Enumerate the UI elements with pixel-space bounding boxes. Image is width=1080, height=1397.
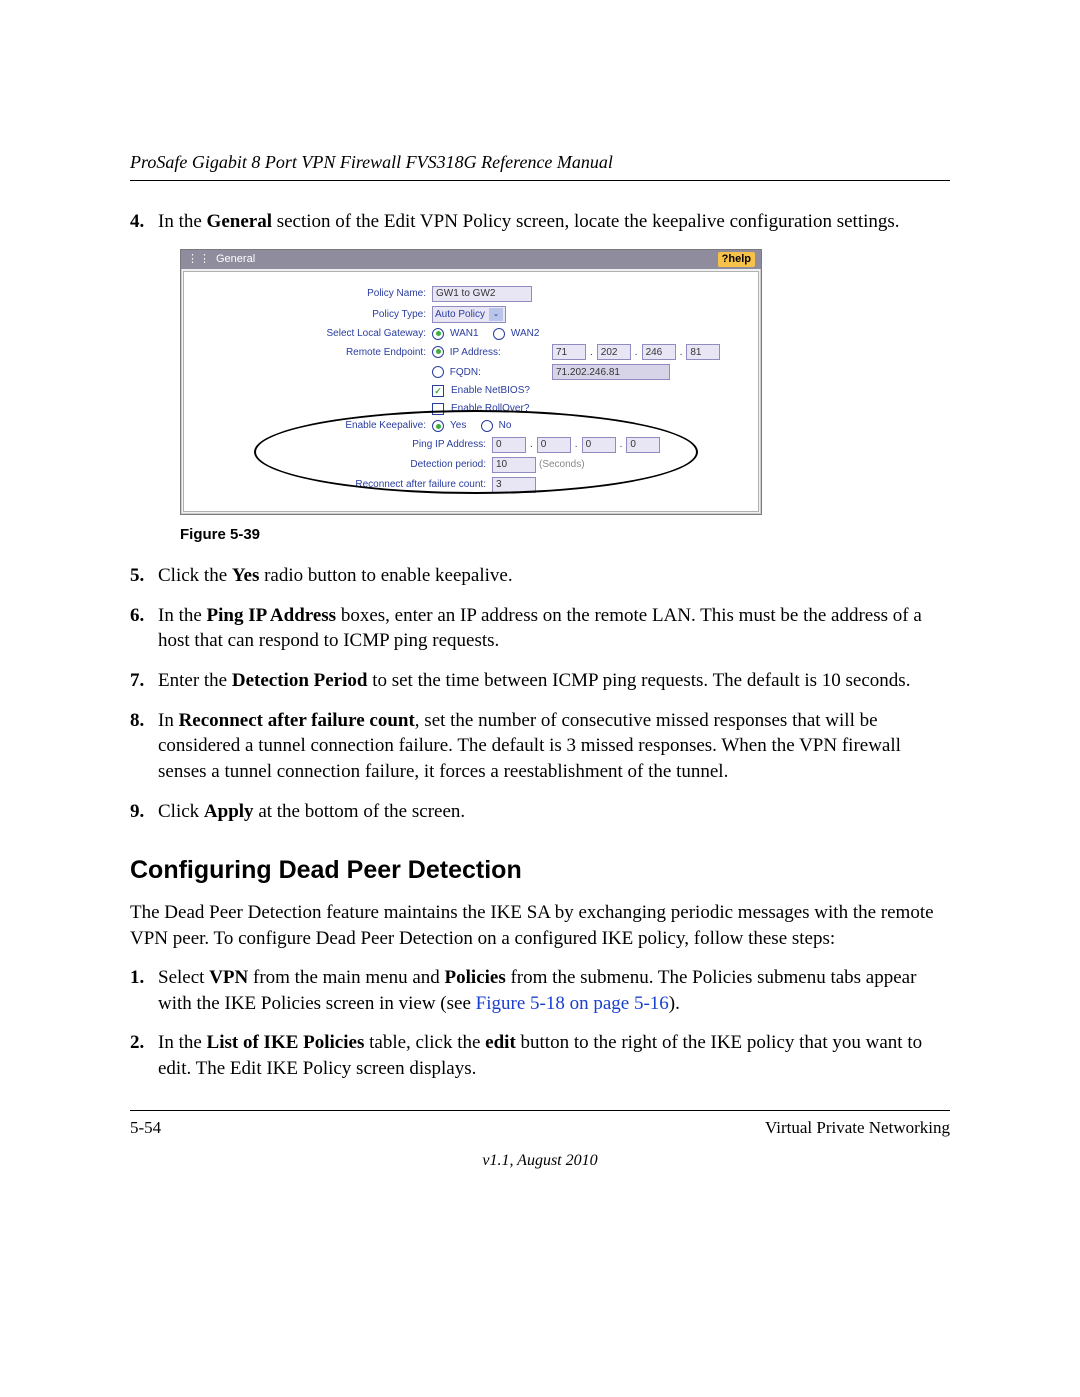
step-body: Click the Yes radio button to enable kee…	[158, 563, 950, 589]
step-item: 7.Enter the Detection Period to set the …	[130, 668, 950, 694]
step-number: 2.	[130, 1030, 158, 1081]
steps-list-c: 1.Select VPN from the main menu and Poli…	[130, 965, 950, 1082]
wan2-radio[interactable]	[493, 328, 505, 340]
page-number: 5-54	[130, 1117, 161, 1140]
general-panel: ⋮⋮ General ?help Policy Name: GW1 to GW2…	[180, 249, 762, 515]
keepalive-yes-radio[interactable]	[432, 420, 444, 432]
version-line: v1.1, August 2010	[130, 1150, 950, 1172]
chevron-down-icon: ⌄	[489, 308, 503, 321]
keepalive-no-radio[interactable]	[481, 420, 493, 432]
step-item: 5.Click the Yes radio button to enable k…	[130, 563, 950, 589]
section-intro: The Dead Peer Detection feature maintain…	[130, 900, 950, 951]
step-number: 5.	[130, 563, 158, 589]
step-item: 6.In the Ping IP Address boxes, enter an…	[130, 603, 950, 654]
ip-radio[interactable]	[432, 346, 444, 358]
step-body: In the List of IKE Policies table, click…	[158, 1030, 950, 1081]
step-body: Select VPN from the main menu and Polici…	[158, 965, 950, 1016]
detection-input[interactable]: 10	[492, 457, 536, 473]
help-button[interactable]: ?help	[718, 252, 755, 267]
steps-list-a: 4.In the General section of the Edit VPN…	[130, 209, 950, 235]
ping-octet-2[interactable]: 0	[537, 437, 571, 453]
netbios-checkbox[interactable]: ✓	[432, 385, 444, 397]
policy-type-label: Policy Type:	[196, 308, 432, 322]
steps-list-b: 5.Click the Yes radio button to enable k…	[130, 563, 950, 824]
select-gateway-label: Select Local Gateway:	[196, 327, 432, 341]
step-item: 4.In the General section of the Edit VPN…	[130, 209, 950, 235]
step-body: In the General section of the Edit VPN P…	[158, 209, 950, 235]
reconnect-label: Reconnect after failure count:	[196, 478, 492, 492]
ping-octet-4[interactable]: 0	[626, 437, 660, 453]
page-footer: 5-54 Virtual Private Networking	[130, 1117, 950, 1140]
figure-caption: Figure 5-39	[180, 525, 950, 545]
keepalive-label: Enable Keepalive:	[196, 419, 432, 433]
ip-octet-3[interactable]: 246	[642, 344, 676, 360]
step-body: Enter the Detection Period to set the ti…	[158, 668, 950, 694]
detection-label: Detection period:	[196, 458, 492, 472]
policy-name-label: Policy Name:	[196, 287, 432, 301]
chapter-title: Virtual Private Networking	[765, 1117, 950, 1140]
step-item: 9.Click Apply at the bottom of the scree…	[130, 799, 950, 825]
figure-5-39: ⋮⋮ General ?help Policy Name: GW1 to GW2…	[180, 249, 950, 515]
running-header: ProSafe Gigabit 8 Port VPN Firewall FVS3…	[130, 150, 950, 180]
fqdn-input[interactable]: 71.202.246.81	[552, 364, 670, 380]
document-page: ProSafe Gigabit 8 Port VPN Firewall FVS3…	[0, 0, 1080, 1397]
grip-icon: ⋮⋮	[187, 252, 211, 267]
step-number: 4.	[130, 209, 158, 235]
step-item: 8.In Reconnect after failure count, set …	[130, 708, 950, 785]
ip-octet-1[interactable]: 71	[552, 344, 586, 360]
panel-header: ⋮⋮ General ?help	[181, 250, 761, 269]
rollover-checkbox[interactable]	[432, 403, 444, 415]
step-item: 1.Select VPN from the main menu and Poli…	[130, 965, 950, 1016]
step-item: 2.In the List of IKE Policies table, cli…	[130, 1030, 950, 1081]
step-number: 9.	[130, 799, 158, 825]
section-heading: Configuring Dead Peer Detection	[130, 854, 950, 888]
step-body: In Reconnect after failure count, set th…	[158, 708, 950, 785]
step-number: 6.	[130, 603, 158, 654]
xref-link[interactable]: Figure 5-18 on page 5-16	[476, 993, 669, 1014]
ping-octet-3[interactable]: 0	[582, 437, 616, 453]
wan1-radio[interactable]	[432, 328, 444, 340]
step-number: 7.	[130, 668, 158, 694]
step-number: 8.	[130, 708, 158, 785]
remote-endpoint-label: Remote Endpoint:	[196, 346, 432, 360]
panel-body: Policy Name: GW1 to GW2 Policy Type: Aut…	[183, 271, 759, 512]
footer-rule	[130, 1110, 950, 1111]
ip-octet-2[interactable]: 202	[597, 344, 631, 360]
ping-label: Ping IP Address:	[196, 438, 492, 452]
ip-octet-4[interactable]: 81	[686, 344, 720, 360]
policy-type-select[interactable]: Auto Policy ⌄	[432, 306, 506, 323]
step-body: In the Ping IP Address boxes, enter an I…	[158, 603, 950, 654]
panel-title: General	[216, 252, 255, 267]
header-rule	[130, 180, 950, 181]
step-body: Click Apply at the bottom of the screen.	[158, 799, 950, 825]
reconnect-input[interactable]: 3	[492, 477, 536, 493]
fqdn-radio[interactable]	[432, 366, 444, 378]
ping-octet-1[interactable]: 0	[492, 437, 526, 453]
step-number: 1.	[130, 965, 158, 1016]
policy-name-input[interactable]: GW1 to GW2	[432, 286, 532, 302]
